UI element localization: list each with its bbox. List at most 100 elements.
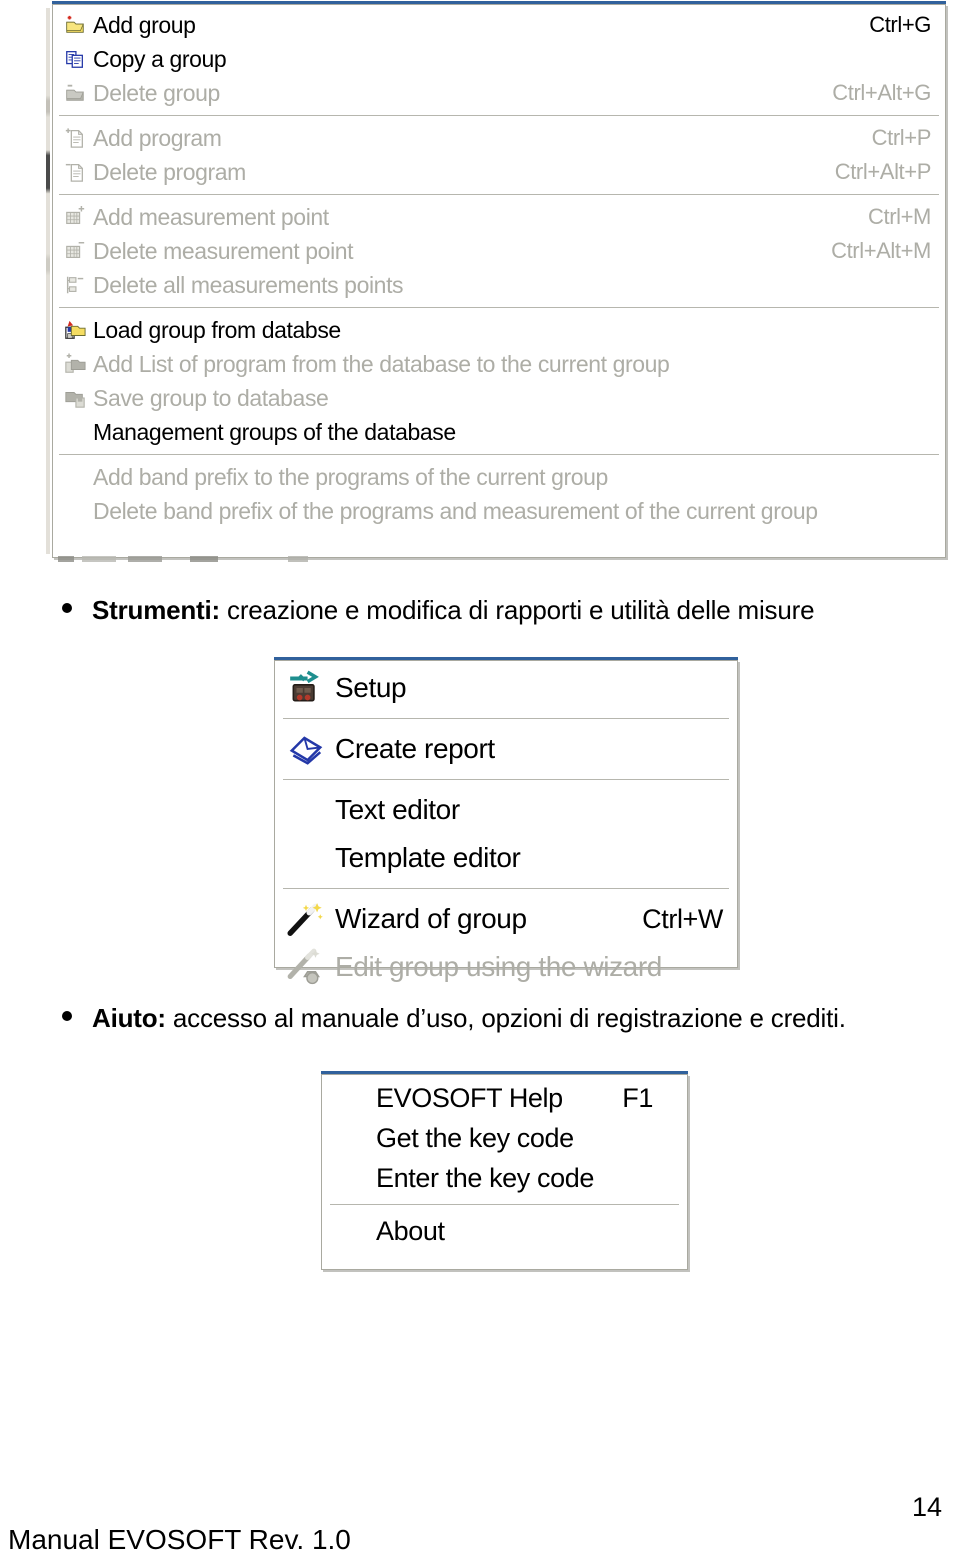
menu-separator <box>59 115 939 116</box>
menu-item-save-group-to-database: Save group to database <box>53 381 945 415</box>
menu-separator <box>283 718 729 719</box>
menu-item-add-group[interactable]: Add group Ctrl+G <box>53 8 945 42</box>
menu-item-no-icon <box>61 500 89 522</box>
menu-item-no-icon <box>61 421 89 443</box>
menu-item-accelerator: Ctrl+Alt+M <box>831 238 931 263</box>
menu-item-label: Get the key code <box>376 1122 574 1153</box>
menu-item-label: Text editor <box>335 794 460 825</box>
menu-item-label: Save group to database <box>93 384 329 411</box>
delete-all-points-icon <box>61 274 89 296</box>
menu-item-about[interactable]: About <box>322 1211 687 1251</box>
help-menu-items: EVOSOFT Help F1 Get the key code Enter the … <box>322 1075 687 1255</box>
menu-item-label: About <box>376 1215 445 1246</box>
menu-item-no-icon <box>326 1083 374 1113</box>
menu-item-label: Add List of program from the database to… <box>93 350 670 377</box>
menu-item-text-editor[interactable]: Text editor <box>275 786 737 834</box>
bullet-strumenti-body: creazione e modifica di rapporti e utili… <box>220 595 815 625</box>
help-menu-panel: EVOSOFT Help F1 Get the key code Enter the … <box>321 1071 688 1270</box>
menu-item-no-icon <box>61 466 89 488</box>
menu-item-add-list-of-program-from-the-database-to-the-current-group: Add List of program from the database to… <box>53 347 945 381</box>
tools-menu-items: Setup Create report Text editor Template e… <box>275 661 737 995</box>
menu-item-delete-program: Delete program Ctrl+Alt+P <box>53 155 945 189</box>
menu-item-management-groups-of-the-database[interactable]: Management groups of the database <box>53 415 945 449</box>
menu-item-no-icon <box>283 791 329 829</box>
group-menu-items: Add group Ctrl+G Copy a group Delete grou… <box>53 5 945 532</box>
menu-item-add-band-prefix-to-the-programs-of-the-current-group: Add band prefix to the programs of the c… <box>53 460 945 494</box>
menu-item-delete-group: Delete group Ctrl+Alt+G <box>53 76 945 110</box>
menu-item-label: Wizard of group <box>335 903 527 934</box>
load-database-icon <box>61 319 89 341</box>
menu-item-accelerator: Ctrl+M <box>868 204 931 229</box>
menu-item-no-icon <box>326 1163 374 1193</box>
menu-item-label: Copy a group <box>93 45 227 72</box>
menu-item-wizard-of-group[interactable]: Wizard of group Ctrl+W <box>275 895 737 943</box>
wand-edit-icon <box>283 948 329 986</box>
menu-separator <box>330 1204 679 1205</box>
menu-item-accelerator: Ctrl+W <box>642 903 723 934</box>
menu-item-label: Delete group <box>93 79 220 106</box>
menu-bottom-artifact <box>58 556 448 562</box>
bullet-aiuto-text: Aiuto: accesso al manuale d’uso, opzioni… <box>92 1003 846 1034</box>
menu-item-load-group-from-databse[interactable]: Load group from databse <box>53 313 945 347</box>
menu-item-label: Add program <box>93 124 222 151</box>
page-number: 14 <box>911 1492 942 1522</box>
menu-item-label: Delete all measurements points <box>93 271 404 298</box>
menu-item-no-icon <box>326 1123 374 1153</box>
menu-separator <box>59 194 939 195</box>
menu-item-setup[interactable]: Setup <box>275 664 737 712</box>
add-document-icon <box>61 127 89 149</box>
bullet-aiuto-body: accesso al manuale d’uso, opzioni di reg… <box>165 1003 846 1033</box>
menu-item-delete-measurement-point: Delete measurement point Ctrl+Alt+M <box>53 234 945 268</box>
menu-item-delete-band-prefix-of-the-programs-and-measurement-of-the-current-group: Delete band prefix of the programs and m… <box>53 494 945 528</box>
save-database-icon <box>61 387 89 409</box>
setup-icon <box>283 669 329 707</box>
menu-separator <box>283 779 729 780</box>
menu-item-label: Delete measurement point <box>93 237 354 264</box>
group-menu-panel: Add group Ctrl+G Copy a group Delete grou… <box>52 1 946 558</box>
menu-item-label: Setup <box>335 672 407 703</box>
add-grid-icon <box>61 206 89 228</box>
bullet-strumenti: Strumenti: creazione e modifica di rappo… <box>62 595 815 626</box>
add-folder-icon <box>61 14 89 36</box>
menu-item-accelerator: Ctrl+Alt+G <box>832 80 931 105</box>
menu-item-label: Template editor <box>335 842 521 873</box>
menu-item-accelerator: Ctrl+Alt+P <box>834 159 932 184</box>
menu-item-label: Management groups of the database <box>93 418 456 445</box>
menu-item-accelerator: Ctrl+P <box>871 125 932 150</box>
menu-item-edit-group-using-the-wizard: Edit group using the wizard <box>275 943 737 991</box>
menu-item-no-icon <box>283 839 329 877</box>
menu-item-add-measurement-point: Add measurement point Ctrl+M <box>53 200 945 234</box>
bullet-dot-icon <box>62 603 72 613</box>
menu-item-label: Add measurement point <box>93 203 329 230</box>
delete-folder-icon <box>61 82 89 104</box>
menu-item-template-editor[interactable]: Template editor <box>275 834 737 882</box>
report-icon <box>283 730 329 768</box>
bullet-aiuto: Aiuto: accesso al manuale d’uso, opzioni… <box>62 1003 846 1034</box>
menu-separator <box>59 307 939 308</box>
menu-item-label: Create report <box>335 733 495 764</box>
footer-text: Manual EVOSOFT Rev. 1.0 <box>8 1524 351 1555</box>
window-scrollbar-artifact <box>46 8 50 554</box>
bullet-dot-icon <box>62 1011 72 1021</box>
menu-item-get-the-key-code[interactable]: Get the key code <box>322 1118 687 1158</box>
delete-document-icon <box>61 161 89 183</box>
tools-menu-panel: Setup Create report Text editor Template e… <box>274 657 738 985</box>
menu-item-label: Delete program <box>93 158 246 185</box>
menu-item-label: Load group from databse <box>93 316 341 343</box>
menu-separator <box>283 888 729 889</box>
menu-item-label: Edit group using the wizard <box>335 951 662 982</box>
add-list-database-icon <box>61 353 89 375</box>
menu-item-label: Add band prefix to the programs of the c… <box>93 463 608 490</box>
menu-item-create-report[interactable]: Create report <box>275 725 737 773</box>
menu-item-label: EVOSOFT Help <box>376 1082 563 1113</box>
menu-item-copy-a-group[interactable]: Copy a group <box>53 42 945 76</box>
menu-item-evosoft-help[interactable]: EVOSOFT Help F1 <box>322 1078 687 1118</box>
menu-item-label: Add group <box>93 11 196 38</box>
menu-item-enter-the-key-code[interactable]: Enter the key code <box>322 1158 687 1198</box>
menu-item-no-icon <box>326 1216 374 1246</box>
menu-item-delete-all-measurements-points: Delete all measurements points <box>53 268 945 302</box>
bullet-strumenti-text: Strumenti: creazione e modifica di rappo… <box>92 595 815 626</box>
menu-item-accelerator: F1 <box>622 1082 653 1113</box>
menu-item-label: Enter the key code <box>376 1162 594 1193</box>
wand-icon <box>283 900 329 938</box>
